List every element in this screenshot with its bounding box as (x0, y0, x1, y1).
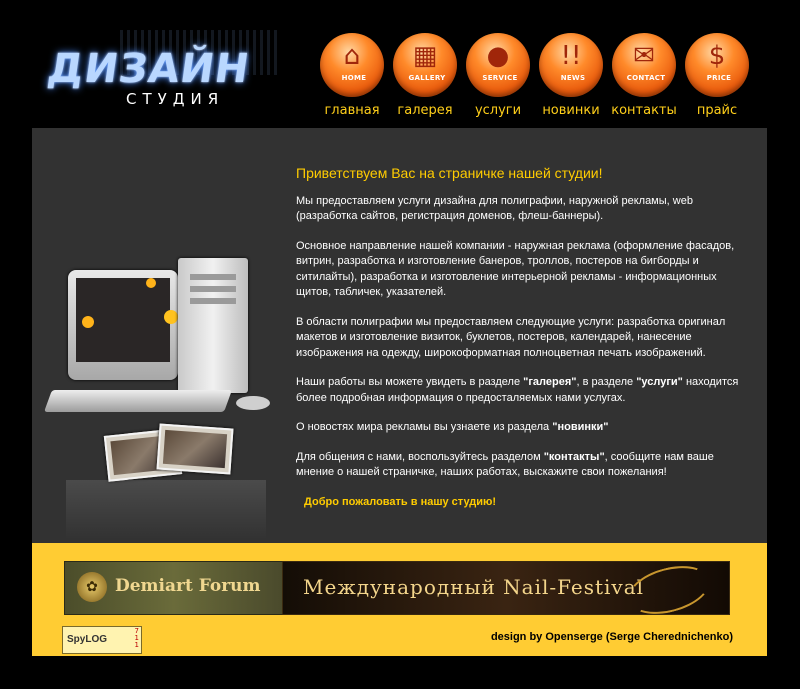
photo-stack (103, 423, 236, 482)
nav-item-price[interactable]: $ PRICE прайс (683, 33, 753, 123)
welcome-text: Приветствуем Вас на страничке нашей студ… (296, 165, 746, 510)
screen-dot (146, 278, 156, 288)
nav-caption: GALLERY (408, 74, 446, 82)
logo-subtitle: СТУДИЯ (126, 90, 225, 108)
nav-caption: CONTACT (626, 74, 666, 82)
monitor-screen (76, 278, 178, 362)
nav-item-service[interactable]: ● SERVICE услуги (464, 33, 534, 123)
nav-caption: NEWS (560, 74, 586, 82)
paragraph-outdoor: Основное направление нашей компании - на… (296, 239, 735, 299)
header: ДИЗАЙН СТУДИЯ ⌂ HOME главная ▦ GALLERY г… (0, 0, 800, 128)
nav-label-contact[interactable]: контакты (602, 103, 686, 118)
keyboard-image (43, 390, 233, 412)
nav-label-news[interactable]: новинки (529, 103, 613, 118)
computer-illustration (43, 248, 288, 540)
footer: ✿ Demiart Forum Международный Nail-Festi… (32, 543, 767, 656)
paragraph-print: В области полиграфии мы предоставляем сл… (296, 315, 726, 359)
nail-festival-banner[interactable]: Международный Nail-Festival (282, 557, 730, 623)
nav-caption: PRICE (706, 74, 732, 82)
monitor-image (68, 270, 178, 380)
gallery-link-text[interactable]: "галерея" (523, 376, 576, 388)
services-link-text[interactable]: "услуги" (636, 376, 683, 388)
nav-label-home[interactable]: главная (310, 103, 394, 118)
nav-item-gallery[interactable]: ▦ GALLERY галерея (391, 33, 461, 123)
paragraph-news: О новостях мира рекламы вы узнаете из ра… (296, 420, 746, 436)
reflection (66, 480, 266, 540)
studio-logo[interactable]: ДИЗАЙН СТУДИЯ (40, 30, 280, 120)
logo-title: ДИЗАЙН (44, 46, 253, 92)
counter-values: 7 1 1 (135, 628, 139, 649)
page-title: Приветствуем Вас на страничке нашей студ… (296, 165, 603, 181)
nav-button-price[interactable]: $ PRICE (685, 33, 749, 97)
nav-label-price[interactable]: прайс (675, 103, 759, 118)
nav-item-contact[interactable]: ✉ CONTACT контакты (610, 33, 680, 123)
nav-item-home[interactable]: ⌂ HOME главная (318, 33, 388, 123)
nav-label-service[interactable]: услуги (456, 103, 540, 118)
contacts-link-text[interactable]: "контакты" (544, 451, 605, 463)
design-credit: design by Openserge (Serge Cherednichenk… (490, 631, 733, 643)
nav-button-home[interactable]: ⌂ HOME (320, 33, 384, 97)
demiart-banner-text: Demiart Forum (115, 576, 261, 596)
nav-item-news[interactable]: !! NEWS новинки (537, 33, 607, 123)
welcome-message: Добро пожаловать в нашу студию! (304, 495, 497, 508)
nav-label-gallery[interactable]: галерея (383, 103, 467, 118)
dollar-icon: $ (708, 41, 726, 71)
demiart-emblem-icon: ✿ (77, 572, 107, 602)
text-span: Для общения с нами, воспользуйтесь разде… (296, 450, 544, 463)
envelope-icon: ✉ (633, 41, 655, 71)
nav-caption: HOME (341, 74, 367, 82)
photo-print (156, 423, 234, 475)
home-icon: ⌂ (343, 41, 361, 71)
counter-value: 1 (134, 641, 139, 649)
main-nav: ⌂ HOME главная ▦ GALLERY галерея ● SERVI… (318, 33, 758, 123)
text-span: , в разделе (576, 376, 637, 388)
swirl-ornament-icon (622, 557, 716, 623)
film-icon: ▦ (412, 41, 438, 71)
screen-dot (82, 316, 94, 328)
spylog-counter[interactable]: SpyLOG 7 1 1 (62, 626, 142, 654)
pc-tower-image (178, 258, 248, 393)
mouse-image (236, 396, 270, 410)
spylog-logo: SpyLOG (67, 634, 108, 645)
nav-button-service[interactable]: ● SERVICE (466, 33, 530, 97)
nav-caption: SERVICE (482, 74, 518, 82)
demiart-forum-banner[interactable]: ✿ Demiart Forum (64, 561, 284, 615)
people-icon: ● (486, 41, 510, 71)
screen-dot (164, 310, 178, 324)
paragraph-contacts: Для общения с нами, воспользуйтесь разде… (296, 450, 746, 481)
nav-button-news[interactable]: !! NEWS (539, 33, 603, 97)
text-span: О новостях мира рекламы вы узнаете из ра… (296, 421, 553, 433)
paragraph-intro: Мы предоставляем услуги дизайна для поли… (296, 194, 693, 223)
nav-button-contact[interactable]: ✉ CONTACT (612, 33, 676, 97)
exclamation-icon: !! (560, 41, 582, 71)
paragraph-gallery: Наши работы вы можете увидеть в разделе … (296, 375, 746, 406)
content-panel: Приветствуем Вас на страничке нашей студ… (32, 128, 767, 543)
text-span: Наши работы вы можете увидеть в разделе (296, 376, 524, 388)
nail-festival-text: Международный Nail-Festival (303, 575, 645, 599)
news-link-text[interactable]: "новинки" (552, 421, 608, 433)
nav-button-gallery[interactable]: ▦ GALLERY (393, 33, 457, 97)
